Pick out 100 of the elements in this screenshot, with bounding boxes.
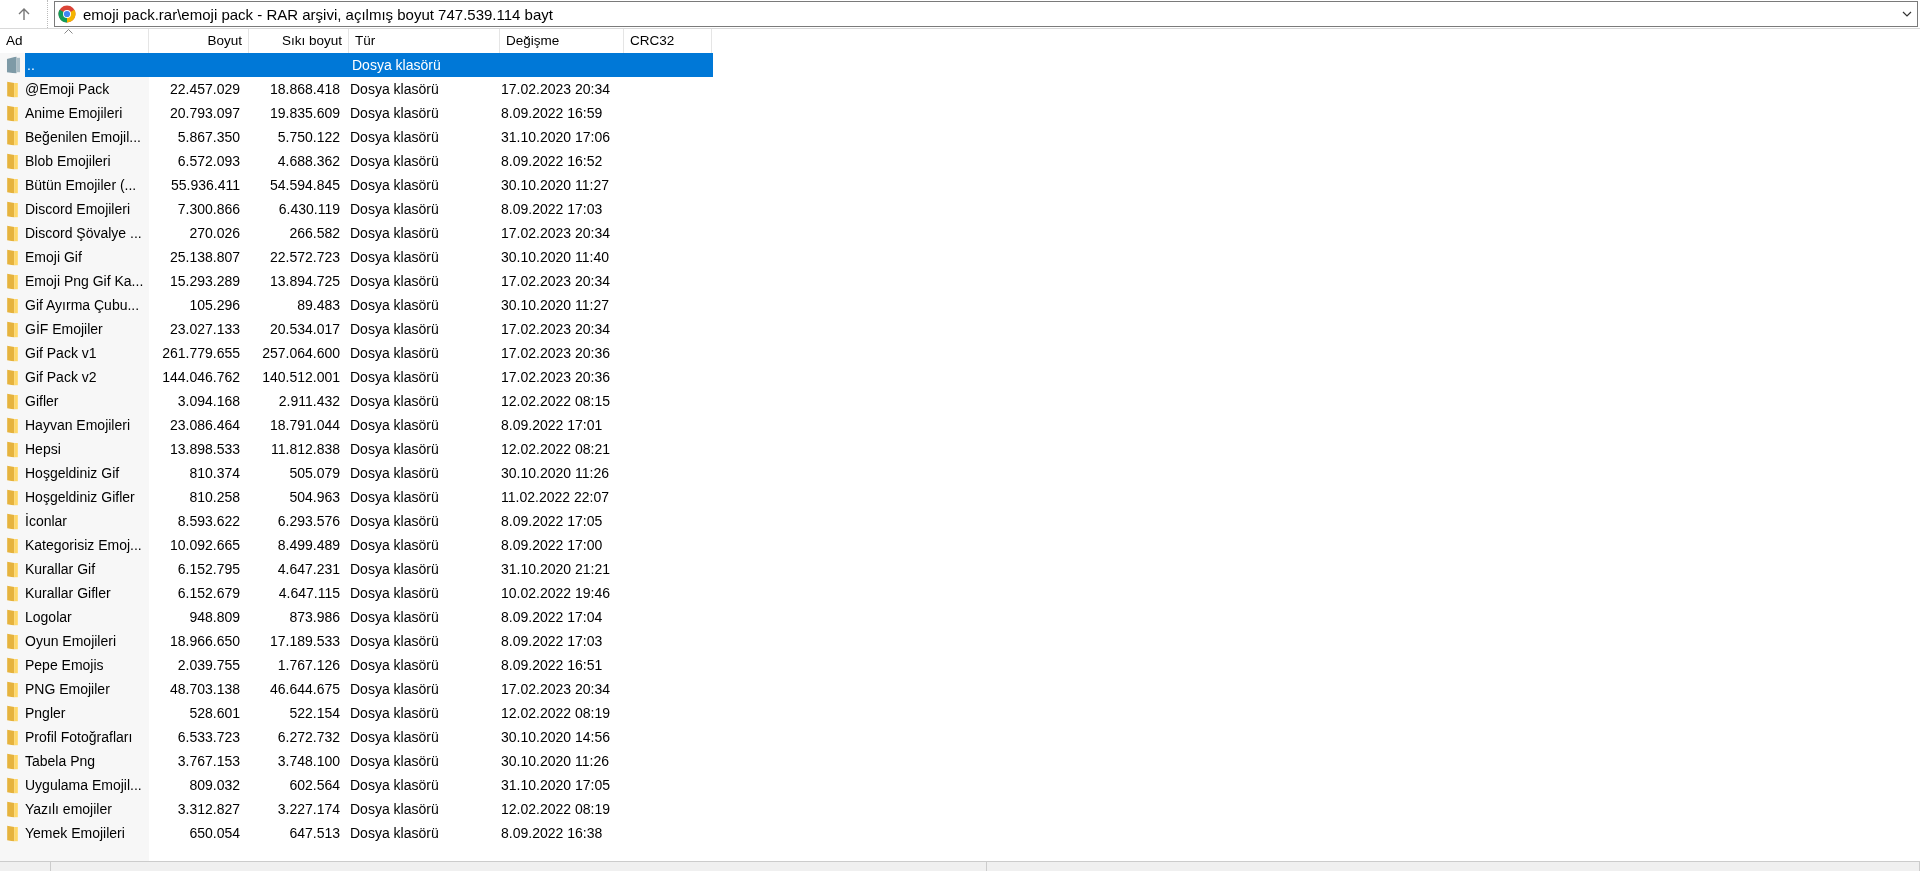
file-name: Kurallar Gifler <box>24 585 112 601</box>
file-row[interactable]: Hoşgeldiniz Gif 810.374 505.079 Dosya klasörü 30.10.2020 11:26 <box>23 461 711 485</box>
file-row[interactable]: Hayvan Emojileri 23.086.464 18.791.044 Dosya klasörü 8.09.2022 17:01 <box>23 413 711 437</box>
file-row[interactable]: Kurallar Gifler 6.152.679 4.647.115 Dosya klasörü 10.02.2022 19:46 <box>23 581 711 605</box>
file-row[interactable]: Tabela Png 3.767.153 3.748.100 Dosya klasörü 30.10.2020 11:26 <box>23 749 711 773</box>
table-cell-text: 11.02.2022 22:07 <box>500 489 610 505</box>
file-name: Uygulama Emojil... <box>24 777 143 793</box>
file-name: @Emoji Pack <box>24 81 111 97</box>
file-name: .. <box>26 57 36 73</box>
file-row[interactable]: Gifler 3.094.168 2.911.432 Dosya klasörü 12.02.2022 08:15 <box>23 389 711 413</box>
file-row[interactable]: Bütün Emojiler (... 55.936.411 54.594.845 Dosya klasörü 30.10.2020 11:27 <box>23 173 711 197</box>
file-row[interactable]: Discord Şövalye ... 270.026 266.582 Dosya klasörü 17.02.2023 20:34 <box>23 221 711 245</box>
table-cell-text: 522.154 <box>288 705 341 721</box>
file-name: Pepe Emojis <box>24 657 105 673</box>
folder-icon <box>7 632 18 650</box>
file-row[interactable]: Gif Pack v1 261.779.655 257.064.600 Dosya klasörü 17.02.2023 20:36 <box>23 341 711 365</box>
table-cell-text: 23.086.464 <box>168 417 241 433</box>
table-cell-text: 144.046.762 <box>161 369 241 385</box>
file-name: Hepsi <box>24 441 62 457</box>
file-row[interactable]: Blob Emojileri 6.572.093 4.688.362 Dosya klasörü 8.09.2022 16:52 <box>23 149 711 173</box>
folder-icon <box>7 128 18 146</box>
table-cell-text: 17.02.2023 20:34 <box>500 81 611 97</box>
file-name: Gif Ayırma Çubu... <box>24 297 141 313</box>
table-cell-text: 8.09.2022 17:05 <box>500 513 604 529</box>
file-name: Discord Şövalye ... <box>24 225 143 241</box>
folder-icon <box>7 296 18 314</box>
table-cell-text: Dosya klasörü <box>349 489 440 505</box>
file-row[interactable]: Hoşgeldiniz Gifler 810.258 504.963 Dosya klasörü 11.02.2022 22:07 <box>23 485 711 509</box>
table-cell-text: 30.10.2020 11:27 <box>500 297 610 313</box>
file-row[interactable]: Kategorisiz Emoj... 10.092.665 8.499.489 Dosya klasörü 8.09.2022 17:00 <box>23 533 711 557</box>
table-cell-text: 4.647.231 <box>276 561 341 577</box>
table-cell-text: Dosya klasörü <box>349 393 440 409</box>
dropdown-chevron-icon[interactable] <box>1902 11 1912 17</box>
table-cell-text: 20.534.017 <box>268 321 341 337</box>
file-row[interactable]: Discord Emojileri 7.300.866 6.430.119 Dosya klasörü 8.09.2022 17:03 <box>23 197 711 221</box>
file-name: Yazılı emojiler <box>24 801 113 817</box>
table-cell-text: 19.835.609 <box>268 105 341 121</box>
table-cell-text: 22.572.723 <box>268 249 341 265</box>
file-row[interactable]: Emoji Gif 25.138.807 22.572.723 Dosya klasörü 30.10.2020 11:40 <box>23 245 711 269</box>
table-cell-text: 4.688.362 <box>276 153 341 169</box>
file-row[interactable]: .. Dosya klasörü <box>25 53 713 77</box>
file-row[interactable]: Anime Emojileri 20.793.097 19.835.609 Dosya klasörü 8.09.2022 16:59 <box>23 101 711 125</box>
parent-folder-icon <box>6 56 21 74</box>
table-cell-text: 17.02.2023 20:34 <box>500 273 611 289</box>
table-cell-text: 8.09.2022 17:00 <box>500 537 604 553</box>
file-row[interactable]: Uygulama Emojil... 809.032 602.564 Dosya klasörü 31.10.2020 17:05 <box>23 773 711 797</box>
table-cell-text: 17.02.2023 20:36 <box>500 369 611 385</box>
folder-icon <box>7 512 18 530</box>
address-field[interactable]: emoji pack.rar\emoji pack - RAR arşivi, açılmış boyut 747.539.114 bayt <box>54 1 1918 27</box>
table-cell-text: 18.868.418 <box>268 81 341 97</box>
table-cell-text: 17.02.2023 20:34 <box>500 681 611 697</box>
table-cell-text: Dosya klasörü <box>349 465 440 481</box>
table-cell-text: 25.138.807 <box>168 249 241 265</box>
file-row[interactable]: Pepe Emojis 2.039.755 1.767.126 Dosya klasörü 8.09.2022 16:51 <box>23 653 711 677</box>
table-cell-text: 22.457.029 <box>168 81 241 97</box>
table-cell-text: Dosya klasörü <box>349 417 440 433</box>
table-cell-text: 30.10.2020 11:26 <box>500 753 610 769</box>
folder-icon <box>7 752 18 770</box>
file-row[interactable]: Gif Pack v2 144.046.762 140.512.001 Dosya klasörü 17.02.2023 20:36 <box>23 365 711 389</box>
table-cell-text: Dosya klasörü <box>349 249 440 265</box>
table-cell-text: 2.911.432 <box>277 393 341 409</box>
table-cell-text: 809.032 <box>188 777 241 793</box>
file-row[interactable]: Logolar 948.809 873.986 Dosya klasörü 8.09.2022 17:04 <box>23 605 711 629</box>
table-cell-text: 89.483 <box>296 297 341 313</box>
file-row[interactable]: İconlar 8.593.622 6.293.576 Dosya klasörü 8.09.2022 17:05 <box>23 509 711 533</box>
table-cell-text: 1.767.126 <box>276 657 341 673</box>
table-cell-text: Dosya klasörü <box>349 561 440 577</box>
file-row[interactable]: Beğenilen Emojil... 5.867.350 5.750.122 Dosya klasörü 31.10.2020 17:06 <box>23 125 711 149</box>
table-cell-text: Dosya klasörü <box>349 705 440 721</box>
table-cell-text: 266.582 <box>288 225 341 241</box>
table-cell-text: 10.092.665 <box>168 537 241 553</box>
file-row[interactable]: Emoji Png Gif Ka... 15.293.289 13.894.725 Dosya klasörü 17.02.2023 20:34 <box>23 269 711 293</box>
file-row[interactable]: GİF Emojiler 23.027.133 20.534.017 Dosya klasörü 17.02.2023 20:34 <box>23 317 711 341</box>
file-row[interactable]: Profil Fotoğrafları 6.533.723 6.272.732 Dosya klasörü 30.10.2020 14:56 <box>23 725 711 749</box>
file-row[interactable]: Yemek Emojileri 650.054 647.513 Dosya klasörü 8.09.2022 16:38 <box>23 821 711 845</box>
table-cell-text: 7.300.866 <box>176 201 241 217</box>
file-row[interactable]: Oyun Emojileri 18.966.650 17.189.533 Dosya klasörü 8.09.2022 17:03 <box>23 629 711 653</box>
file-row[interactable]: Pngler 528.601 522.154 Dosya klasörü 12.02.2022 08:19 <box>23 701 711 725</box>
table-cell-text: 30.10.2020 11:27 <box>500 177 610 193</box>
table-cell-text: 8.09.2022 16:51 <box>500 657 604 673</box>
file-row[interactable]: Gif Ayırma Çubu... 105.296 89.483 Dosya klasörü 30.10.2020 11:27 <box>23 293 711 317</box>
file-name: Tabela Png <box>24 753 97 769</box>
table-cell-text: Dosya klasörü <box>349 345 440 361</box>
table-cell-text: 30.10.2020 14:56 <box>500 729 611 745</box>
file-row[interactable]: Hepsi 13.898.533 11.812.838 Dosya klasörü 12.02.2022 08:21 <box>23 437 711 461</box>
table-cell-text: 8.09.2022 17:03 <box>500 633 604 649</box>
table-cell-text: 3.227.174 <box>276 801 341 817</box>
file-row[interactable]: @Emoji Pack 22.457.029 18.868.418 Dosya klasörü 17.02.2023 20:34 <box>23 77 711 101</box>
table-cell-text: 17.02.2023 20:34 <box>500 225 611 241</box>
file-row[interactable]: PNG Emojiler 48.703.138 46.644.675 Dosya klasörü 17.02.2023 20:34 <box>23 677 711 701</box>
table-cell-text: Dosya klasörü <box>349 177 440 193</box>
table-cell-text: 647.513 <box>288 825 341 841</box>
table-cell-text: Dosya klasörü <box>349 609 440 625</box>
file-name: Kurallar Gif <box>24 561 97 577</box>
folder-icon <box>7 416 18 434</box>
file-row[interactable]: Yazılı emojiler 3.312.827 3.227.174 Dosya klasörü 12.02.2022 08:19 <box>23 797 711 821</box>
table-cell-text: 46.644.675 <box>268 681 341 697</box>
file-name: PNG Emojiler <box>24 681 111 697</box>
table-cell-text: 31.10.2020 17:05 <box>500 777 611 793</box>
file-row[interactable]: Kurallar Gif 6.152.795 4.647.231 Dosya klasörü 31.10.2020 21:21 <box>23 557 711 581</box>
